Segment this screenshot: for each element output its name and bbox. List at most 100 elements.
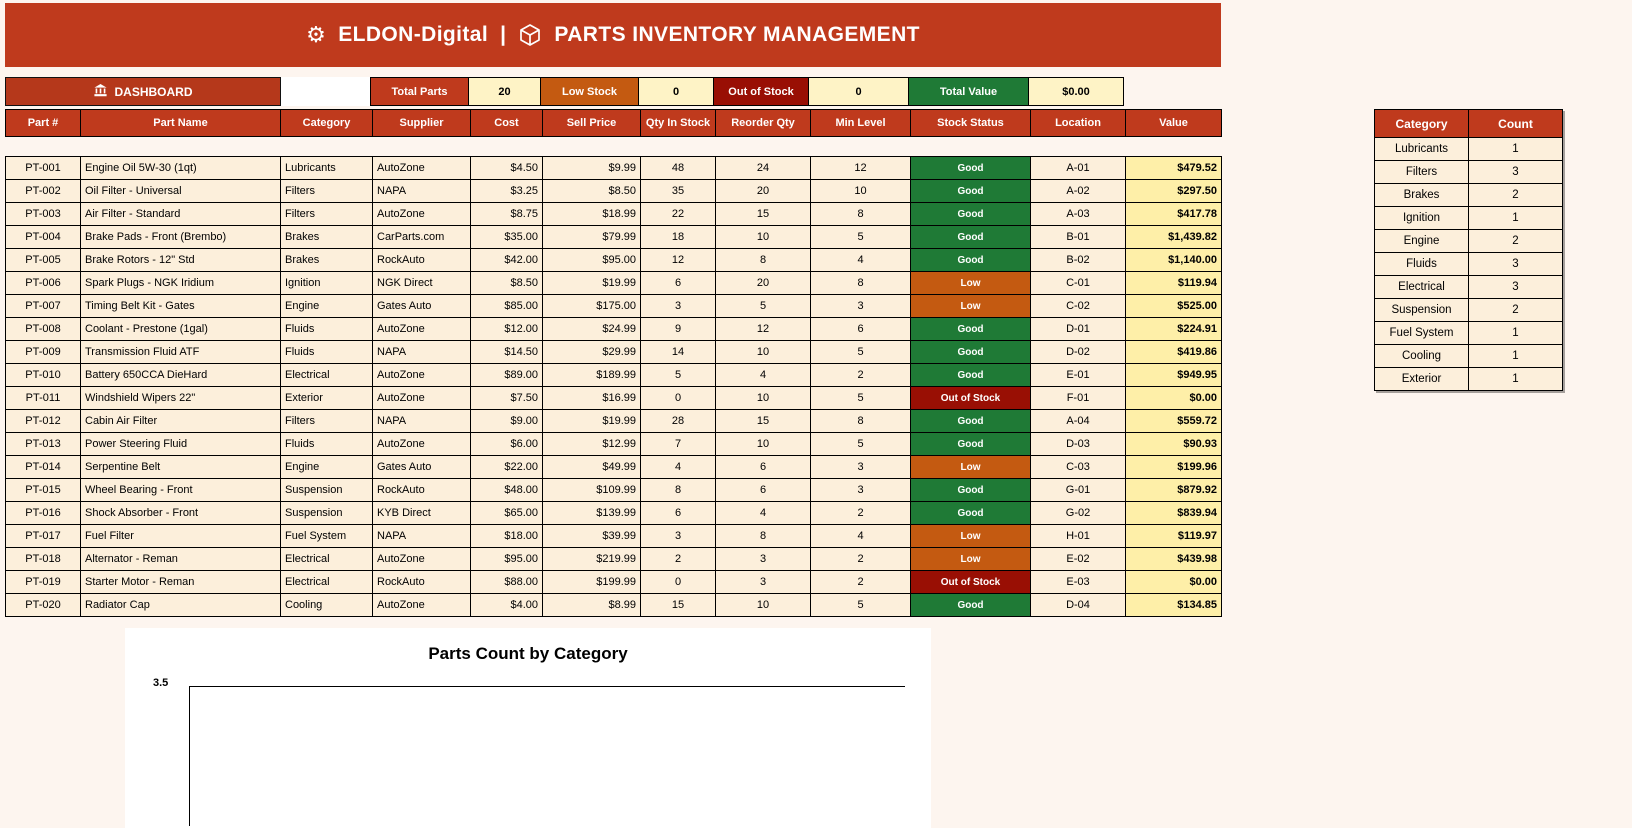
cell-qty-in-stock[interactable]: 6	[640, 501, 716, 525]
cell-part-number[interactable]: PT-009	[5, 340, 81, 364]
cell-qty-in-stock[interactable]: 4	[640, 455, 716, 479]
cell-cost[interactable]: $9.00	[470, 409, 543, 433]
cell-reorder-qty[interactable]: 8	[715, 524, 811, 548]
cell-location[interactable]: A-03	[1030, 202, 1126, 226]
cell-sell-price[interactable]: $19.99	[542, 409, 641, 433]
cell-category[interactable]: Electrical	[280, 570, 373, 594]
cell-stock-status[interactable]: Low	[910, 455, 1031, 479]
cell-qty-in-stock[interactable]: 6	[640, 271, 716, 295]
cell-part-number[interactable]: PT-015	[5, 478, 81, 502]
cell-sell-price[interactable]: $19.99	[542, 271, 641, 295]
cell-part-number[interactable]: PT-020	[5, 593, 81, 617]
cell-min-level[interactable]: 5	[810, 386, 911, 410]
cell-supplier[interactable]: NAPA	[372, 340, 471, 364]
cell-sell-price[interactable]: $29.99	[542, 340, 641, 364]
cell-value[interactable]: $134.85	[1125, 593, 1222, 617]
cell-category[interactable]: Fluids	[280, 432, 373, 456]
cell-category[interactable]: Brakes	[280, 225, 373, 249]
cell-reorder-qty[interactable]: 10	[715, 593, 811, 617]
col-header-min-level[interactable]: Min Level	[810, 109, 911, 137]
cell-supplier[interactable]: AutoZone	[372, 432, 471, 456]
cell-part-name[interactable]: Brake Pads - Front (Brembo)	[80, 225, 281, 249]
cell-qty-in-stock[interactable]: 22	[640, 202, 716, 226]
cell-summary-category[interactable]: Lubricants	[1374, 137, 1469, 161]
cell-part-number[interactable]: PT-003	[5, 202, 81, 226]
cell-cost[interactable]: $42.00	[470, 248, 543, 272]
cell-summary-count[interactable]: 2	[1468, 229, 1563, 253]
cell-stock-status[interactable]: Good	[910, 501, 1031, 525]
cell-part-name[interactable]: Alternator - Reman	[80, 547, 281, 571]
cell-cost[interactable]: $89.00	[470, 363, 543, 387]
cell-summary-category[interactable]: Ignition	[1374, 206, 1469, 230]
cell-qty-in-stock[interactable]: 8	[640, 478, 716, 502]
cell-part-name[interactable]: Timing Belt Kit - Gates	[80, 294, 281, 318]
cell-supplier[interactable]: KYB Direct	[372, 501, 471, 525]
cell-cost[interactable]: $35.00	[470, 225, 543, 249]
cell-sell-price[interactable]: $189.99	[542, 363, 641, 387]
cell-reorder-qty[interactable]: 15	[715, 202, 811, 226]
col-header-supplier[interactable]: Supplier	[372, 109, 471, 137]
cell-summary-count[interactable]: 1	[1468, 137, 1563, 161]
cell-stock-status[interactable]: Good	[910, 432, 1031, 456]
cell-value[interactable]: $119.94	[1125, 271, 1222, 295]
col-header-summary-category[interactable]: Category	[1374, 109, 1469, 138]
cell-supplier[interactable]: RockAuto	[372, 248, 471, 272]
cell-supplier[interactable]: RockAuto	[372, 570, 471, 594]
cell-summary-count[interactable]: 3	[1468, 160, 1563, 184]
cell-sell-price[interactable]: $219.99	[542, 547, 641, 571]
cell-supplier[interactable]: NAPA	[372, 524, 471, 548]
cell-min-level[interactable]: 5	[810, 340, 911, 364]
cell-part-name[interactable]: Starter Motor - Reman	[80, 570, 281, 594]
cell-category[interactable]: Filters	[280, 202, 373, 226]
cell-part-number[interactable]: PT-001	[5, 156, 81, 180]
cell-reorder-qty[interactable]: 15	[715, 409, 811, 433]
cell-location[interactable]: A-01	[1030, 156, 1126, 180]
cell-part-number[interactable]: PT-017	[5, 524, 81, 548]
cell-cost[interactable]: $48.00	[470, 478, 543, 502]
cell-value[interactable]: $297.50	[1125, 179, 1222, 203]
cell-cost[interactable]: $95.00	[470, 547, 543, 571]
cell-part-number[interactable]: PT-005	[5, 248, 81, 272]
cell-reorder-qty[interactable]: 3	[715, 547, 811, 571]
cell-part-name[interactable]: Engine Oil 5W-30 (1qt)	[80, 156, 281, 180]
cell-part-number[interactable]: PT-012	[5, 409, 81, 433]
cell-qty-in-stock[interactable]: 2	[640, 547, 716, 571]
cell-supplier[interactable]: AutoZone	[372, 593, 471, 617]
cell-cost[interactable]: $4.50	[470, 156, 543, 180]
cell-category[interactable]: Fuel System	[280, 524, 373, 548]
cell-summary-category[interactable]: Electrical	[1374, 275, 1469, 299]
col-header-qty-in-stock[interactable]: Qty In Stock	[640, 109, 716, 137]
cell-category[interactable]: Engine	[280, 455, 373, 479]
cell-value[interactable]: $1,140.00	[1125, 248, 1222, 272]
cell-value[interactable]: $90.93	[1125, 432, 1222, 456]
cell-stock-status[interactable]: Good	[910, 156, 1031, 180]
cell-part-number[interactable]: PT-014	[5, 455, 81, 479]
cell-min-level[interactable]: 3	[810, 294, 911, 318]
cell-min-level[interactable]: 3	[810, 478, 911, 502]
cell-location[interactable]: E-01	[1030, 363, 1126, 387]
cell-min-level[interactable]: 2	[810, 547, 911, 571]
cell-part-name[interactable]: Oil Filter - Universal	[80, 179, 281, 203]
cell-sell-price[interactable]: $8.99	[542, 593, 641, 617]
cell-part-name[interactable]: Transmission Fluid ATF	[80, 340, 281, 364]
col-header-part-number[interactable]: Part #	[5, 109, 81, 137]
cell-reorder-qty[interactable]: 10	[715, 225, 811, 249]
cell-sell-price[interactable]: $199.99	[542, 570, 641, 594]
cell-min-level[interactable]: 2	[810, 363, 911, 387]
cell-qty-in-stock[interactable]: 7	[640, 432, 716, 456]
cell-sell-price[interactable]: $12.99	[542, 432, 641, 456]
cell-location[interactable]: E-02	[1030, 547, 1126, 571]
cell-part-number[interactable]: PT-018	[5, 547, 81, 571]
cell-min-level[interactable]: 12	[810, 156, 911, 180]
cell-sell-price[interactable]: $109.99	[542, 478, 641, 502]
cell-summary-category[interactable]: Filters	[1374, 160, 1469, 184]
cell-stock-status[interactable]: Good	[910, 225, 1031, 249]
cell-supplier[interactable]: Gates Auto	[372, 294, 471, 318]
col-header-summary-count[interactable]: Count	[1468, 109, 1563, 138]
cell-sell-price[interactable]: $175.00	[542, 294, 641, 318]
cell-supplier[interactable]: NAPA	[372, 409, 471, 433]
cell-summary-count[interactable]: 1	[1468, 367, 1563, 391]
cell-stock-status[interactable]: Good	[910, 409, 1031, 433]
cell-qty-in-stock[interactable]: 9	[640, 317, 716, 341]
col-header-stock-status[interactable]: Stock Status	[910, 109, 1031, 137]
